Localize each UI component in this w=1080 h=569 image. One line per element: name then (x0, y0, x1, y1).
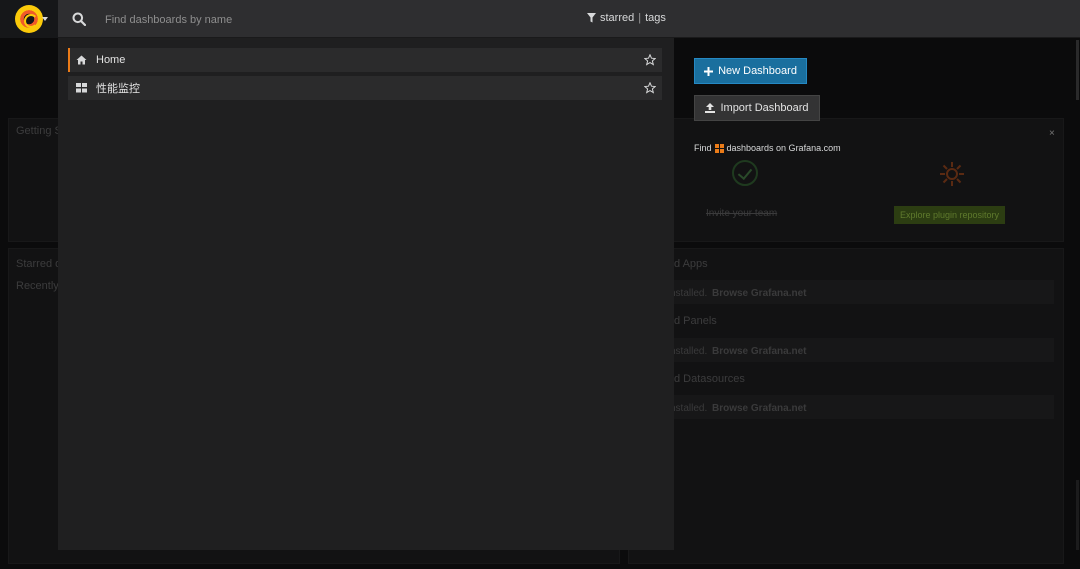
datasources-browse-link[interactable]: Browse Grafana.net (712, 403, 806, 414)
panels-installed-text: nstalled. (670, 346, 708, 357)
dashboard-grid-icon (76, 83, 87, 93)
installed-panels-title: d Panels (674, 315, 717, 327)
import-dashboard-label: Import Dashboard (720, 102, 809, 114)
close-icon[interactable]: × (1049, 128, 1055, 139)
search-result-label: Home (96, 54, 126, 66)
filter-separator: | (638, 12, 642, 24)
apps-installed-text: nstalled. (670, 288, 708, 299)
home-icon (76, 55, 87, 65)
search-result-home[interactable]: Home (68, 48, 662, 72)
search-results-dropdown: Home 性能监控 (58, 38, 674, 550)
grafana-grid-icon (714, 143, 724, 153)
check-circle-icon (732, 160, 758, 186)
datasources-installed-text: nstalled. (670, 403, 708, 414)
new-dashboard-label: New Dashboard (718, 65, 797, 77)
grafana-logo-icon (15, 5, 43, 33)
installed-datasources-title: d Datasources (674, 373, 745, 385)
filter-starred-link[interactable]: starred (600, 12, 634, 24)
starred-dashboards-title: Starred d (16, 258, 62, 270)
upload-icon (705, 103, 716, 113)
grafana-menu-button[interactable] (0, 0, 58, 38)
search-input[interactable] (98, 8, 558, 32)
find-suffix: dashboards on Grafana.com (726, 143, 841, 153)
search-result-label: 性能监控 (96, 83, 140, 95)
panels-browse-link[interactable]: Browse Grafana.net (712, 346, 806, 357)
apps-browse-link[interactable]: Browse Grafana.net (712, 288, 806, 299)
getting-started-title: Getting S (16, 125, 62, 137)
grafana-app: Getting S Invite your team Explore plugi… (0, 0, 1080, 569)
new-dashboard-button[interactable]: New Dashboard (694, 58, 807, 84)
find-prefix: Find (694, 143, 712, 153)
search-result-dashboard[interactable]: 性能监控 (68, 76, 662, 100)
star-outline-icon[interactable] (644, 54, 656, 66)
star-outline-icon[interactable] (644, 82, 656, 94)
scrollbar-thumb-lower[interactable] (1076, 480, 1079, 550)
scrollbar-thumb[interactable] (1076, 40, 1079, 100)
search-filters: starred | tags (587, 12, 666, 24)
caret-down-icon (42, 17, 48, 21)
filter-tags-link[interactable]: tags (645, 12, 666, 24)
plus-icon (704, 66, 714, 76)
installed-apps-title: d Apps (674, 258, 708, 270)
search-icon (72, 12, 86, 26)
explore-plugins-button[interactable]: Explore plugin repository (894, 206, 1006, 224)
filter-icon (587, 13, 596, 23)
plugin-sun-icon (940, 162, 964, 186)
top-navbar: starred | tags (0, 0, 1080, 38)
recently-viewed-title: Recently (16, 280, 59, 292)
import-dashboard-button[interactable]: Import Dashboard (694, 95, 820, 121)
find-dashboards-link[interactable]: Find dashboards on Grafana.com (694, 143, 841, 153)
page-scrollbar[interactable] (1074, 40, 1080, 560)
invite-team-step: Invite your team (706, 208, 778, 219)
